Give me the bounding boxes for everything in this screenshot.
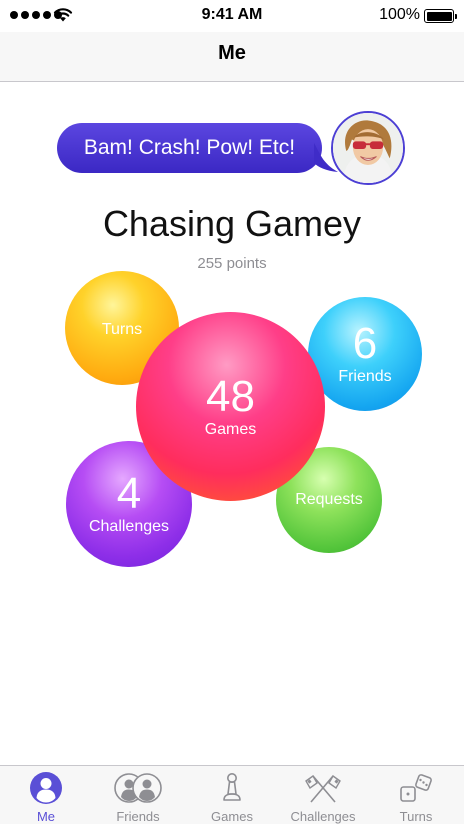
tab-challenges[interactable]: Challenges [277, 766, 369, 824]
avatar[interactable] [331, 111, 405, 185]
battery-icon [424, 9, 457, 23]
tab-challenges-label: Challenges [290, 809, 356, 824]
friends-label: Friends [338, 368, 392, 385]
tab-friends-label: Friends [116, 809, 160, 824]
friends-count: 6 [352, 319, 378, 368]
player-name: Chasing Gamey [102, 203, 362, 244]
game-center-screen: 9:41 AM 100% Me Bam! Crash! Pow! Etc! Ch… [0, 0, 464, 824]
turns-label: Turns [101, 321, 143, 338]
tab-games-label: Games [211, 809, 253, 824]
games-bubble[interactable]: 48 Games [136, 312, 325, 501]
game-piece-icon [212, 771, 252, 805]
games-label: Games [204, 420, 257, 438]
games-count: 48 [206, 371, 255, 421]
tab-me[interactable]: Me [0, 766, 92, 824]
status-message-bubble[interactable]: Bam! Crash! Pow! Etc! [57, 123, 322, 173]
challenges-label: Challenges [88, 518, 170, 535]
tab-turns[interactable]: Turns [370, 766, 462, 824]
avatar-photo-icon [333, 113, 403, 183]
friends-bubble[interactable]: 6 Friends [308, 297, 422, 411]
friends-icon [114, 771, 162, 805]
tab-bar: Me Friends Games Challenges Turns [0, 765, 464, 824]
tab-games[interactable]: Games [186, 766, 278, 824]
page-title: Me [218, 42, 246, 64]
profile-header: Bam! Crash! Pow! Etc! [0, 110, 464, 190]
crossed-flags-icon [303, 771, 343, 805]
requests-label: Requests [295, 491, 363, 508]
status-bar: 9:41 AM 100% [0, 0, 464, 32]
battery-percentage: 100% [379, 6, 420, 23]
navigation-bar: Me [0, 32, 464, 82]
person-icon [26, 771, 66, 805]
tab-turns-label: Turns [399, 809, 433, 824]
challenges-count: 4 [116, 469, 142, 518]
points-label: 255 points [197, 255, 267, 272]
dice-icon [396, 771, 436, 805]
tab-me-label: Me [36, 809, 56, 824]
tab-friends[interactable]: Friends [92, 766, 184, 824]
